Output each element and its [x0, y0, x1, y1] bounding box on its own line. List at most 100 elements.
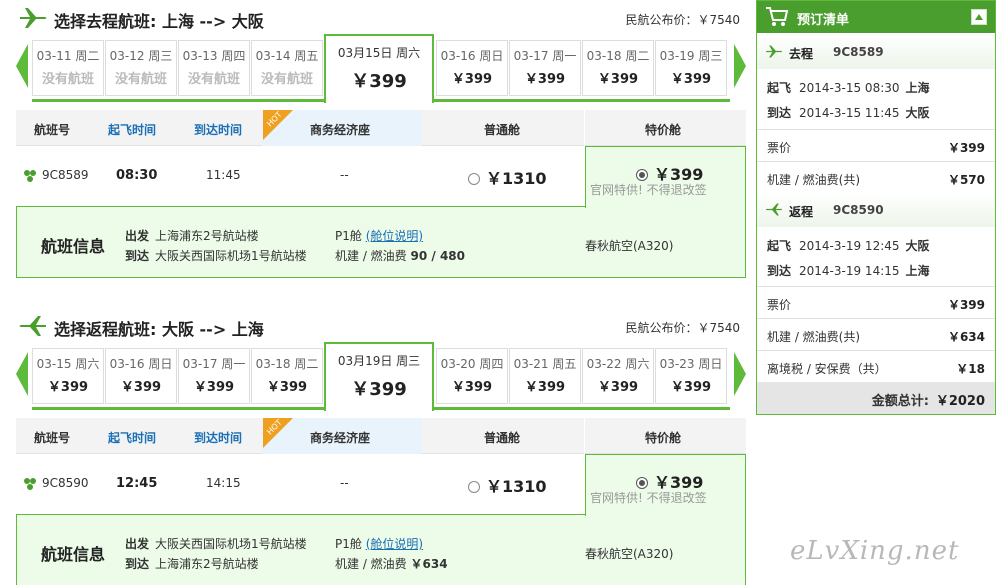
flight-info-box: 航班信息 出发 上海浦东2号航站楼 到达 大阪关西国际机场1号航站楼 P1舱 (舱位…	[16, 206, 746, 278]
order-return-departure: 起飞 2014-3-19 12:45 大阪	[767, 239, 930, 253]
sort-arr-time[interactable]: 到达时间	[194, 429, 242, 446]
aircraft-info: 春秋航空(A320)	[585, 239, 674, 253]
cabin-explanation-link[interactable]: (舱位说明)	[366, 229, 423, 243]
date-cell[interactable]: 03-21 周五 ￥399	[509, 348, 581, 404]
hot-badge-icon: HOT	[263, 418, 293, 448]
date-cell[interactable]: 03-16 周日 ￥399	[436, 40, 508, 96]
column-divider	[584, 110, 585, 146]
next-dates-arrow-icon[interactable]	[734, 44, 746, 88]
flight-number: 9C8590	[42, 476, 89, 490]
arrival-terminal: 到达 上海浦东2号航站楼	[125, 557, 259, 571]
fee-info: 机建 / 燃油费 ￥634	[335, 557, 448, 571]
order-return-arrival: 到达 2014-3-19 14:15 上海	[767, 264, 930, 278]
airline-logo-icon	[24, 170, 36, 182]
cabin-info: P1舱 (舱位说明)	[335, 537, 424, 551]
cabin-explanation-link[interactable]: (舱位说明)	[366, 537, 423, 551]
order-return-band: 返程 9C8590	[757, 193, 995, 227]
order-summary-header: 预订清单	[757, 1, 995, 33]
return-header: 选择返程航班: 大阪 --> 上海 民航公布价：￥7540	[16, 308, 746, 344]
date-cell-selected[interactable]: 03月19日 周三 ￥399	[324, 342, 434, 411]
airline-logo-icon	[24, 478, 36, 490]
date-cell[interactable]: 03-22 周六 ￥399	[582, 348, 654, 404]
outbound-title: 选择去程航班: 上海 --> 大阪	[54, 12, 264, 31]
return-section: 选择返程航班: 大阪 --> 上海 民航公布价：￥7540 03-15 周六 ￥3…	[16, 308, 746, 585]
prev-dates-arrow-icon[interactable]	[16, 352, 28, 396]
departure-terminal: 出发 上海浦东2号航站楼	[125, 229, 259, 243]
order-tax: 离境税 / 安保费（共） ￥18	[757, 350, 995, 382]
date-cell[interactable]: 03-13 周四 没有航班	[178, 40, 250, 96]
col-flight-no: 航班号	[34, 123, 71, 137]
plane-icon	[765, 203, 782, 216]
order-return-fee: 机建 / 燃油费(共) ￥634	[757, 318, 995, 350]
aircraft-info: 春秋航空(A320)	[585, 547, 674, 561]
order-outbound-flight: 9C8589	[833, 45, 884, 59]
date-cell[interactable]: 03-17 周一 ￥399	[178, 348, 250, 404]
cabin-info: P1舱 (舱位说明)	[335, 229, 424, 243]
sort-arr-time[interactable]: 到达时间	[194, 121, 242, 138]
order-outbound-arrival: 到达 2014-3-15 11:45 大阪	[767, 106, 930, 120]
departure-terminal: 出发 大阪关西国际机场1号航站楼	[125, 537, 307, 551]
shopping-cart-icon	[766, 7, 789, 26]
arrival-terminal: 到达 大阪关西国际机场1号航站楼	[125, 249, 307, 263]
order-return-flight: 9C8590	[833, 203, 884, 217]
order-total-value: ￥2020	[935, 394, 985, 409]
business-price: --	[340, 476, 349, 490]
economy-option[interactable]: ￥1310	[468, 473, 547, 497]
sort-dep-time[interactable]: 起飞时间	[108, 121, 156, 138]
order-total: 金额总计: ￥2020	[757, 382, 995, 414]
order-outbound-label: 去程	[789, 47, 814, 61]
order-outbound-band: 去程 9C8589	[757, 35, 995, 69]
date-cell[interactable]: 03-18 周二 ￥399	[251, 348, 323, 404]
order-summary-panel: 预订清单 去程 9C8589 起飞 2014-3-15 08:30 上海 到达 201…	[756, 0, 996, 415]
date-cell[interactable]: 03-14 周五 没有航班	[251, 40, 323, 96]
departure-time: 12:45	[116, 476, 158, 491]
date-cell[interactable]: 03-23 周日 ￥399	[655, 348, 727, 404]
business-price: --	[340, 168, 349, 182]
date-cell[interactable]: 03-18 周二 ￥399	[582, 40, 654, 96]
collapse-button[interactable]	[971, 9, 987, 25]
date-list: 03-15 周六 ￥399 03-16 周日 ￥399 03-17 周一 ￥399 0…	[32, 342, 730, 411]
return-title: 选择返程航班: 大阪 --> 上海	[54, 320, 264, 339]
special-note: 官网特供! 不得退改签	[590, 183, 707, 197]
arrival-time: 14:15	[206, 476, 241, 490]
hot-badge-icon: HOT	[263, 110, 293, 140]
order-return-label: 返程	[789, 205, 814, 219]
outbound-header: 选择去程航班: 上海 --> 大阪 民航公布价：￥7540	[16, 0, 746, 36]
fee-info: 机建 / 燃油费 90 / 480	[335, 249, 466, 263]
plane-icon	[19, 316, 46, 336]
date-cell[interactable]: 03-11 周二 没有航班	[32, 40, 104, 96]
plane-icon	[766, 45, 783, 58]
economy-option[interactable]: ￥1310	[468, 165, 547, 189]
date-cell[interactable]: 03-15 周六 ￥399	[32, 348, 104, 404]
special-radio[interactable]	[636, 477, 648, 489]
arrival-time: 11:45	[206, 168, 241, 182]
column-header: 航班号 起飞时间 到达时间 商务经济座 HOT 普通舱 特价舱	[16, 110, 746, 146]
outbound-section: 选择去程航班: 上海 --> 大阪 民航公布价：￥7540 03-11 周二 没有…	[16, 0, 746, 278]
date-cell[interactable]: 03-19 周三 ￥399	[655, 40, 727, 96]
col-economy: 普通舱	[484, 123, 521, 137]
departure-time: 08:30	[116, 168, 158, 183]
special-fare-option[interactable]: ￥399 官网特供! 不得退改签	[585, 146, 746, 208]
prev-dates-arrow-icon[interactable]	[16, 44, 28, 88]
flight-info-title: 航班信息	[41, 237, 106, 256]
order-outbound-fare: 票价 ￥399	[757, 129, 995, 161]
flight-info-box: 航班信息 出发 大阪关西国际机场1号航站楼 到达 上海浦东2号航站楼 P1舱 (舱位…	[16, 514, 746, 585]
public-price: 民航公布价：￥7540	[625, 321, 740, 335]
special-fare-option[interactable]: ￥399 官网特供! 不得退改签	[585, 454, 746, 516]
date-cell[interactable]: 03-17 周一 ￥399	[509, 40, 581, 96]
col-flight-no: 航班号	[34, 431, 71, 445]
next-dates-arrow-icon[interactable]	[734, 352, 746, 396]
date-cell[interactable]: 03-16 周日 ￥399	[105, 348, 177, 404]
date-cell-selected[interactable]: 03月15日 周六 ￥399	[324, 34, 434, 103]
date-cell[interactable]: 03-20 周四 ￥399	[436, 348, 508, 404]
economy-radio[interactable]	[468, 173, 480, 185]
economy-radio[interactable]	[468, 481, 480, 493]
flight-number: 9C8589	[42, 168, 89, 182]
column-divider	[584, 418, 585, 454]
sort-dep-time[interactable]: 起飞时间	[108, 429, 156, 446]
col-economy: 普通舱	[484, 431, 521, 445]
special-radio[interactable]	[636, 169, 648, 181]
col-special: 特价舱	[645, 123, 682, 137]
date-cell[interactable]: 03-12 周三 没有航班	[105, 40, 177, 96]
order-return-fare: 票价 ￥399	[757, 286, 995, 318]
